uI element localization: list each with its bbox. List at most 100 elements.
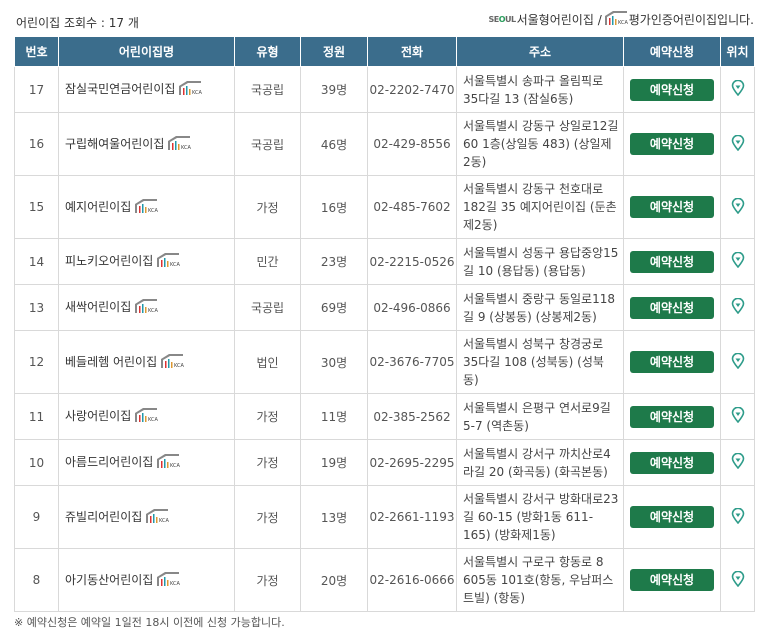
daycare-name[interactable]: 아름드리어린이집	[65, 455, 153, 469]
legend-certified-text: 평가인증어린이집입니다.	[628, 13, 754, 27]
svg-text:KCAC: KCAC	[148, 417, 158, 423]
reserve-cell: 예약신청	[623, 485, 721, 549]
daycare-phone: 02-3676-7705	[367, 330, 457, 394]
reserve-button[interactable]: 예약신청	[630, 351, 714, 373]
row-number: 15	[14, 175, 59, 239]
row-number: 11	[14, 393, 59, 440]
reserve-button[interactable]: 예약신청	[630, 196, 714, 218]
map-pin-icon[interactable]	[731, 197, 745, 217]
daycare-name[interactable]: 피노키오어린이집	[65, 254, 153, 268]
svg-text:KCAC: KCAC	[148, 208, 158, 214]
daycare-address: 서울특별시 송파구 올림픽로 35다길 13 (잠실6동)	[456, 66, 624, 113]
daycare-capacity: 30명	[300, 330, 368, 394]
daycare-type: 민간	[234, 238, 301, 285]
daycare-capacity: 46명	[300, 112, 368, 176]
daycare-type: 가정	[234, 175, 301, 239]
daycare-capacity: 69명	[300, 284, 368, 331]
daycare-name-cell: 예지어린이집 KCAC	[58, 175, 235, 239]
daycare-capacity: 23명	[300, 238, 368, 285]
map-pin-icon[interactable]	[731, 452, 745, 472]
col-header-capacity: 정원	[300, 36, 368, 67]
row-number: 9	[14, 485, 59, 549]
daycare-phone: 02-2215-0526	[367, 238, 457, 285]
daycare-capacity: 20명	[300, 548, 368, 612]
location-cell	[720, 175, 755, 239]
table-row: 16 구립해여울어린이집 KCAC 국공립46명02-429-8556서울특별시 강동…	[14, 112, 755, 176]
table-row: 13 새싹어린이집 KCAC 국공립69명02-496-0866서울특별시 중랑구 동…	[14, 284, 755, 331]
reserve-button[interactable]: 예약신청	[630, 296, 714, 319]
reserve-cell: 예약신청	[623, 175, 721, 239]
reserve-button[interactable]: 예약신청	[630, 405, 714, 428]
location-cell	[720, 393, 755, 440]
row-number: 10	[14, 439, 59, 486]
location-cell	[720, 439, 755, 486]
daycare-name[interactable]: 새싹어린이집	[65, 300, 131, 314]
svg-text:KCAC: KCAC	[159, 518, 169, 524]
col-header-reserve: 예약신청	[623, 36, 721, 67]
svg-text:KCAC: KCAC	[148, 308, 158, 314]
location-cell	[720, 284, 755, 331]
daycare-capacity: 13명	[300, 485, 368, 549]
kcac-certified-icon: KCAC	[156, 453, 184, 472]
seoul-logo-icon: SEOUL	[488, 15, 516, 24]
reserve-cell: 예약신청	[623, 548, 721, 612]
reserve-button[interactable]: 예약신청	[630, 133, 714, 155]
daycare-name-cell: 아름드리어린이집 KCAC	[58, 439, 235, 486]
svg-text:KCAC: KCAC	[618, 20, 628, 26]
daycare-name[interactable]: 구립해여울어린이집	[65, 137, 164, 151]
daycare-name[interactable]: 베들레헴 어린이집	[65, 355, 157, 369]
reserve-button[interactable]: 예약신청	[630, 78, 714, 101]
map-pin-icon[interactable]	[731, 570, 745, 590]
daycare-type: 가정	[234, 485, 301, 549]
daycare-name[interactable]: 쥬빌리어린이집	[65, 510, 142, 524]
daycare-name[interactable]: 사랑어린이집	[65, 409, 131, 423]
map-pin-icon[interactable]	[731, 297, 745, 317]
daycare-address: 서울특별시 강동구 천호대로 182길 35 예지어린이집 (둔촌제2동)	[456, 175, 624, 239]
legend: SEOUL 서울형어린이집 / KCAC 평가인증어린이집입니다.	[488, 10, 754, 29]
reserve-cell: 예약신청	[623, 284, 721, 331]
location-cell	[720, 112, 755, 176]
location-cell	[720, 66, 755, 113]
reserve-button[interactable]: 예약신청	[630, 506, 714, 528]
map-pin-icon[interactable]	[731, 352, 745, 372]
daycare-phone: 02-496-0866	[367, 284, 457, 331]
map-pin-icon[interactable]	[731, 406, 745, 426]
daycare-name-cell: 사랑어린이집 KCAC	[58, 393, 235, 440]
table-row: 11 사랑어린이집 KCAC 가정11명02-385-2562서울특별시 은평구 연서…	[14, 393, 755, 440]
row-number: 13	[14, 284, 59, 331]
location-cell	[720, 238, 755, 285]
row-number: 17	[14, 66, 59, 113]
row-number: 14	[14, 238, 59, 285]
daycare-name-cell: 쥬빌리어린이집 KCAC	[58, 485, 235, 549]
reserve-cell: 예약신청	[623, 112, 721, 176]
reserve-button[interactable]: 예약신청	[630, 451, 714, 474]
svg-text:KCAC: KCAC	[170, 463, 180, 469]
reserve-button[interactable]: 예약신청	[630, 569, 714, 591]
daycare-name[interactable]: 예지어린이집	[65, 200, 131, 214]
col-header-name: 어린이집명	[58, 36, 235, 67]
daycare-address: 서울특별시 성북구 창경궁로 35다길 108 (성북동) (성북동)	[456, 330, 624, 394]
daycare-phone: 02-429-8556	[367, 112, 457, 176]
reserve-cell: 예약신청	[623, 393, 721, 440]
table-row: 17 잠실국민연금어린이집 KCAC 국공립39명02-2202-7470서울특별시 …	[14, 66, 755, 113]
col-header-number: 번호	[14, 36, 59, 67]
daycare-name[interactable]: 아기동산어린이집	[65, 573, 153, 587]
location-cell	[720, 330, 755, 394]
daycare-address: 서울특별시 강동구 상일로12길 60 1층(상일동 483) (상일제2동)	[456, 112, 624, 176]
map-pin-icon[interactable]	[731, 79, 745, 99]
location-cell	[720, 485, 755, 549]
daycare-name[interactable]: 잠실국민연금어린이집	[65, 82, 175, 96]
table-row: 12 베들레헴 어린이집 KCAC 법인30명02-3676-7705서울특별시 성북…	[14, 330, 755, 394]
row-number: 16	[14, 112, 59, 176]
daycare-phone: 02-485-7602	[367, 175, 457, 239]
daycare-capacity: 11명	[300, 393, 368, 440]
map-pin-icon[interactable]	[731, 251, 745, 271]
kcac-certified-icon: KCAC	[134, 298, 162, 317]
daycare-type: 국공립	[234, 112, 301, 176]
col-header-type: 유형	[234, 36, 301, 67]
map-pin-icon[interactable]	[731, 134, 745, 154]
kcac-certified-icon: KCAC	[604, 10, 632, 29]
kcac-certified-icon: KCAC	[134, 198, 162, 217]
reserve-button[interactable]: 예약신청	[630, 250, 714, 273]
map-pin-icon[interactable]	[731, 507, 745, 527]
